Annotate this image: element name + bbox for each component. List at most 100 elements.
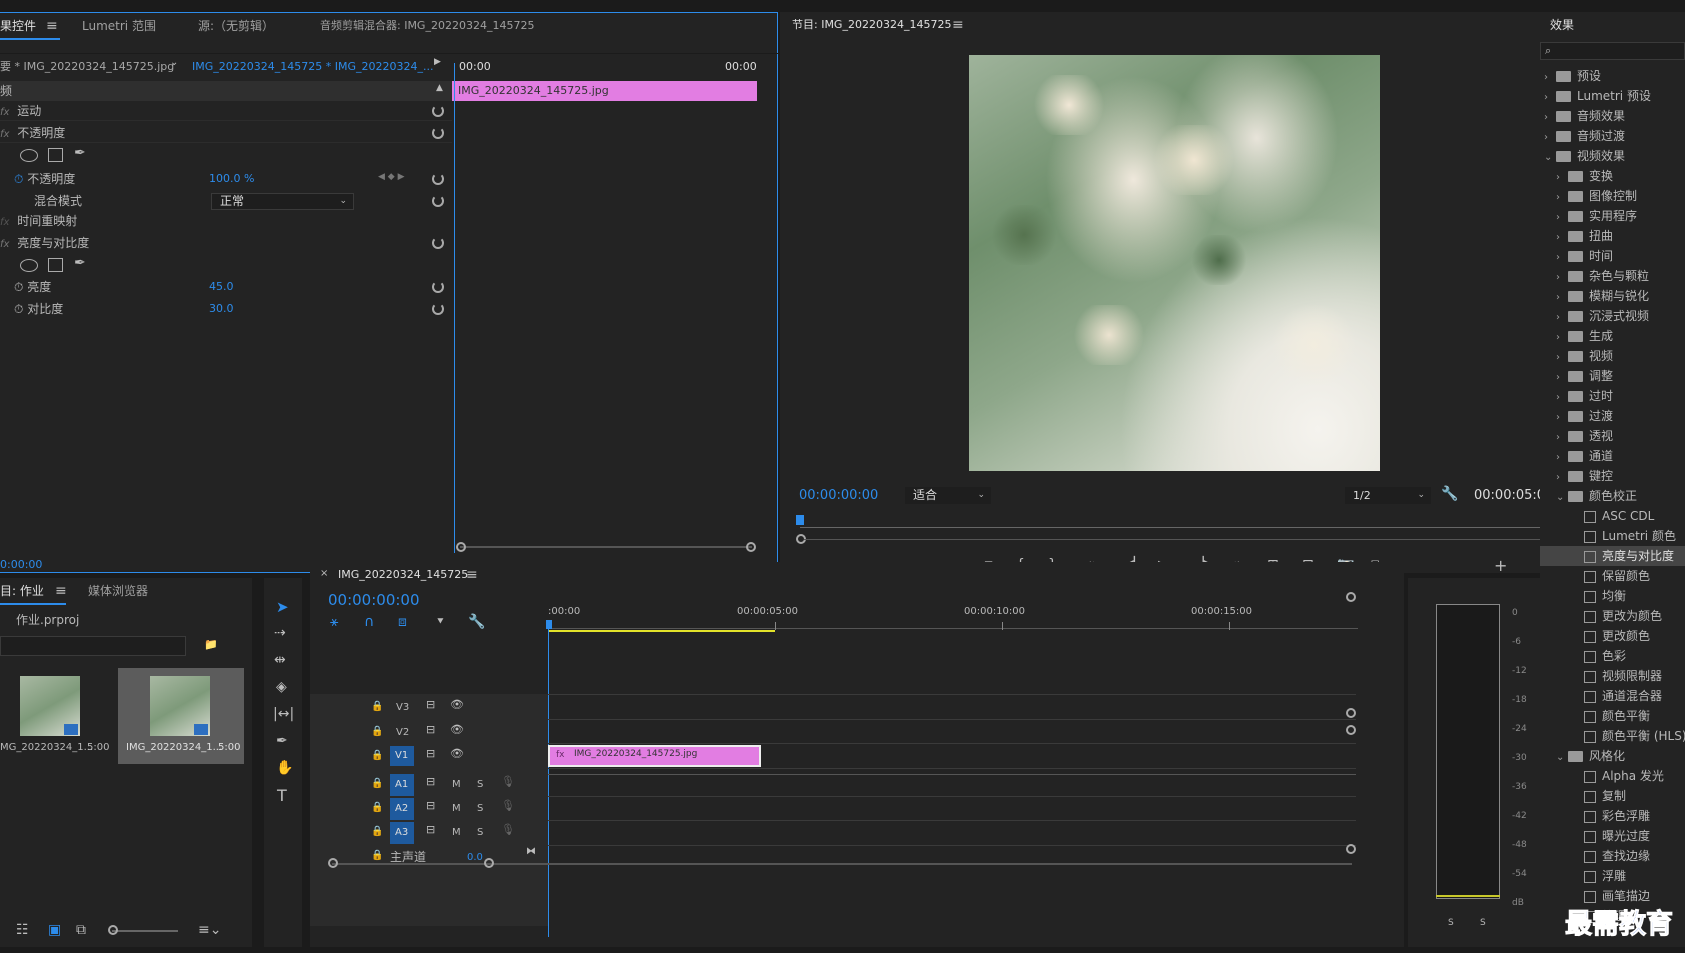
- effects-item[interactable]: 曝光过度: [1540, 826, 1685, 846]
- sequence-clip-selector[interactable]: IMG_20220324_145725 * IMG_20220324_...: [192, 57, 433, 77]
- tab-effect-controls[interactable]: 果控件: [0, 13, 36, 39]
- menu-icon[interactable]: ≡: [55, 583, 67, 599]
- microphone-icon[interactable]: 🎙: [501, 823, 515, 836]
- effects-item[interactable]: › 过渡: [1540, 406, 1685, 426]
- mute-button[interactable]: M: [452, 799, 461, 819]
- ellipse-mask-icon-2[interactable]: [20, 259, 38, 272]
- reset-icon[interactable]: [432, 127, 444, 139]
- lock-icon[interactable]: 🔒: [371, 778, 383, 789]
- effects-item[interactable]: › 视频: [1540, 346, 1685, 366]
- new-bin-icon[interactable]: 📁: [204, 638, 218, 651]
- sync-lock-icon[interactable]: ⊟: [426, 799, 435, 812]
- fit-select[interactable]: 适合 ⌄: [905, 487, 991, 504]
- chevron-right-icon[interactable]: ›: [1556, 228, 1568, 248]
- pen-mask-icon-2[interactable]: ✒: [74, 255, 86, 271]
- zoom-slider[interactable]: [112, 930, 178, 932]
- work-area-bar[interactable]: [548, 630, 775, 632]
- tab-audio-clip-mixer[interactable]: 音频剪辑混合器: IMG_20220324_145725: [320, 13, 534, 39]
- list-view-icon[interactable]: ☷: [16, 922, 29, 938]
- eye-icon[interactable]: 👁: [450, 698, 464, 711]
- chevron-right-icon[interactable]: ›: [1544, 108, 1556, 128]
- effects-item[interactable]: 复制: [1540, 786, 1685, 806]
- stopwatch-icon[interactable]: ⏱: [14, 280, 23, 294]
- rect-mask-icon[interactable]: [48, 148, 63, 162]
- lock-icon[interactable]: 🔒: [371, 850, 383, 861]
- scroll-handle[interactable]: [1346, 725, 1356, 735]
- selection-tool-icon[interactable]: ➤: [276, 598, 289, 616]
- effects-item[interactable]: ⌄ 颜色校正: [1540, 486, 1685, 506]
- close-tab-icon[interactable]: ×: [320, 568, 328, 579]
- menu-icon[interactable]: ≡: [46, 18, 58, 34]
- stopwatch-icon[interactable]: ⏱: [14, 172, 23, 186]
- eye-icon[interactable]: 👁: [450, 723, 464, 736]
- chevron-right-icon[interactable]: ›: [1544, 128, 1556, 148]
- icon-view-icon[interactable]: ▣: [48, 922, 61, 938]
- menu-icon[interactable]: ≡: [952, 17, 964, 33]
- scroll-handle[interactable]: [1346, 844, 1356, 854]
- effects-item[interactable]: › 通道: [1540, 446, 1685, 466]
- sync-lock-icon[interactable]: ⊟: [426, 775, 435, 788]
- effects-item[interactable]: › 预设: [1540, 66, 1685, 86]
- type-tool-icon[interactable]: T: [277, 786, 287, 805]
- chevron-down-icon[interactable]: ⌄: [1556, 488, 1568, 508]
- menu-icon[interactable]: ≡: [466, 567, 478, 583]
- master-volume[interactable]: 0.0: [467, 848, 483, 868]
- scroll-handle[interactable]: [484, 858, 494, 868]
- effects-item[interactable]: › 图像控制: [1540, 186, 1685, 206]
- effects-item[interactable]: 颜色平衡 (HLS): [1540, 726, 1685, 746]
- razor-tool-icon[interactable]: ◈: [276, 679, 287, 695]
- chevron-right-icon[interactable]: ›: [1556, 388, 1568, 408]
- track-v1[interactable]: V1: [395, 746, 408, 766]
- chevron-right-icon[interactable]: ›: [1544, 88, 1556, 108]
- eye-icon[interactable]: 👁: [450, 747, 464, 760]
- track-v2[interactable]: V2: [396, 723, 409, 743]
- mute-button[interactable]: M: [452, 775, 461, 795]
- microphone-icon[interactable]: 🎙: [501, 799, 515, 812]
- program-timecode[interactable]: 00:00:00:00: [799, 486, 878, 506]
- effects-item[interactable]: › 调整: [1540, 366, 1685, 386]
- effects-item[interactable]: 色彩: [1540, 646, 1685, 666]
- linked-selection-icon[interactable]: ⧈: [398, 614, 407, 630]
- track-a2[interactable]: A2: [395, 799, 408, 819]
- fx-row-motion[interactable]: fx 运动: [0, 101, 452, 121]
- master-end-icon[interactable]: ⧓: [526, 846, 536, 857]
- reset-icon[interactable]: [432, 173, 444, 185]
- effects-item[interactable]: 更改颜色: [1540, 626, 1685, 646]
- fx-row-opacity[interactable]: fx 不透明度: [0, 123, 452, 143]
- effects-title[interactable]: 效果: [1550, 12, 1574, 38]
- effects-search-input[interactable]: ⌕: [1540, 42, 1685, 60]
- lock-icon[interactable]: 🔒: [371, 701, 383, 712]
- effects-item[interactable]: › 生成: [1540, 326, 1685, 346]
- fx-row-brightness-contrast[interactable]: fx 亮度与对比度: [0, 233, 452, 253]
- collapse-icon[interactable]: ▲: [436, 83, 443, 93]
- effects-item[interactable]: 亮度与对比度: [1540, 546, 1685, 566]
- timeline-timecode[interactable]: 00:00:00:00: [328, 590, 420, 610]
- chevron-right-icon[interactable]: ›: [1556, 408, 1568, 428]
- chevron-right-icon[interactable]: ›: [1556, 208, 1568, 228]
- chevron-down-icon[interactable]: ⌄: [1544, 148, 1556, 168]
- add-marker-icon[interactable]: ⯆: [436, 615, 445, 629]
- tab-lumetri-scopes[interactable]: Lumetri 范围: [82, 13, 156, 39]
- chevron-right-icon[interactable]: ›: [1556, 308, 1568, 328]
- effects-item[interactable]: 浮雕: [1540, 866, 1685, 886]
- track-a3[interactable]: A3: [395, 823, 408, 843]
- chevron-right-icon[interactable]: ›: [1556, 328, 1568, 348]
- effects-item[interactable]: Lumetri 颜色: [1540, 526, 1685, 546]
- reset-icon[interactable]: [432, 195, 444, 207]
- lock-icon[interactable]: 🔒: [371, 826, 383, 837]
- reset-icon[interactable]: [432, 105, 444, 117]
- effects-item[interactable]: › 变换: [1540, 166, 1685, 186]
- solo-button[interactable]: S: [477, 775, 483, 795]
- chevron-right-icon[interactable]: ›: [1556, 348, 1568, 368]
- contrast-value[interactable]: 30.0: [209, 299, 234, 319]
- sync-lock-icon[interactable]: ⊟: [426, 698, 435, 711]
- project-item-selected[interactable]: IMG_20220324_1... 5:00: [118, 668, 244, 764]
- timeline-playhead[interactable]: [548, 622, 549, 937]
- timeline-sequence-tab[interactable]: IMG_20220324_145725: [338, 562, 468, 588]
- effects-item[interactable]: ⌄ 风格化: [1540, 746, 1685, 766]
- chevron-right-icon[interactable]: ›: [1556, 448, 1568, 468]
- effects-item[interactable]: › 时间: [1540, 246, 1685, 266]
- effects-item[interactable]: › 音频过渡: [1540, 126, 1685, 146]
- lock-icon[interactable]: 🔒: [371, 726, 383, 737]
- sync-lock-icon[interactable]: ⊟: [426, 723, 435, 736]
